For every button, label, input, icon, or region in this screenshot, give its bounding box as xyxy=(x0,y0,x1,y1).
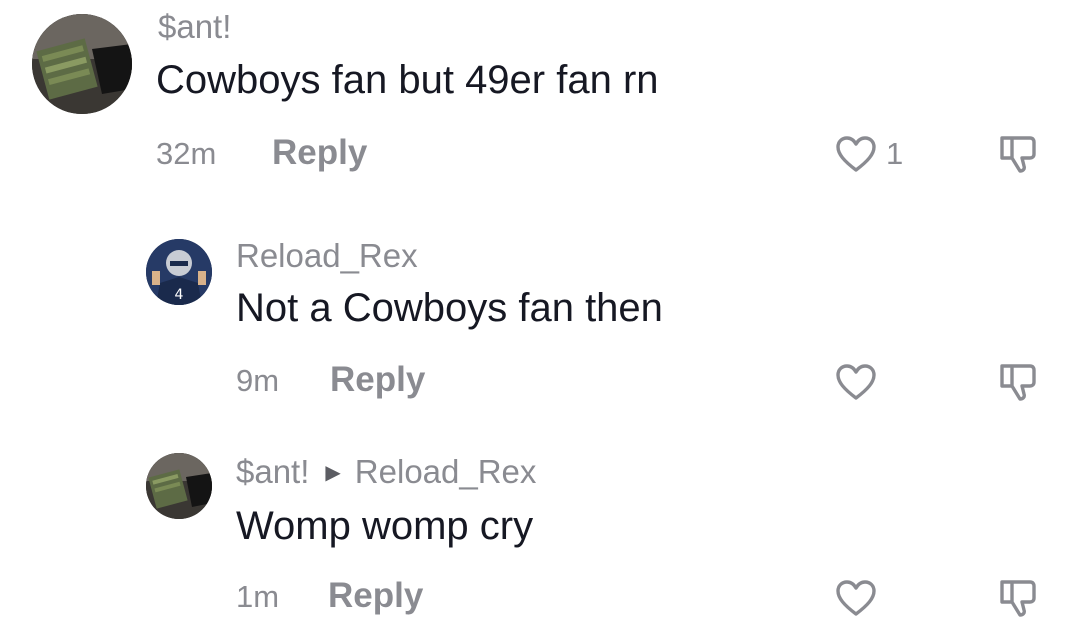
reply-to-username[interactable]: Reload_Rex xyxy=(355,453,537,490)
avatar-image xyxy=(32,14,132,114)
thumbs-down-icon xyxy=(996,132,1040,176)
avatar-image: 4 xyxy=(146,239,212,305)
like-button[interactable] xyxy=(834,578,878,618)
like-button[interactable] xyxy=(834,362,878,402)
like-count: 1 xyxy=(886,136,904,171)
comment-item: 4 Reload_Rex Not a Cowboys fan then 9m R… xyxy=(0,228,1080,428)
comment-username[interactable]: $ant! xyxy=(236,453,309,490)
dislike-button[interactable] xyxy=(996,132,1040,176)
comment-item: $ant! Cowboys fan but 49er fan rn 32m Re… xyxy=(0,0,1080,200)
reply-button[interactable]: Reply xyxy=(328,576,423,616)
comment-time: 32m xyxy=(156,136,217,171)
reply-button[interactable]: Reply xyxy=(272,133,367,173)
comment-text: Womp womp cry xyxy=(236,504,534,548)
thumbs-down-icon xyxy=(996,360,1040,404)
comment-username[interactable]: $ant! xyxy=(158,8,231,46)
avatar[interactable]: 4 xyxy=(146,239,212,305)
avatar[interactable] xyxy=(32,14,132,114)
dislike-button[interactable] xyxy=(996,576,1040,620)
comment-username-row: $ant! ▶ Reload_Rex xyxy=(236,453,536,491)
comment-time: 1m xyxy=(236,579,280,614)
triangle-right-icon: ▶ xyxy=(325,462,341,484)
comment-text: Not a Cowboys fan then xyxy=(236,286,663,330)
heart-icon xyxy=(834,134,878,174)
comment-text: Cowboys fan but 49er fan rn xyxy=(156,58,659,102)
svg-text:4: 4 xyxy=(175,287,184,303)
comment-item: $ant! ▶ Reload_Rex Womp womp cry 1m Reply xyxy=(0,444,1080,640)
heart-icon xyxy=(834,578,878,618)
heart-icon xyxy=(834,362,878,402)
thumbs-down-icon xyxy=(996,576,1040,620)
dislike-button[interactable] xyxy=(996,360,1040,404)
comment-time: 9m xyxy=(236,363,280,398)
avatar-image xyxy=(146,453,212,519)
comment-username[interactable]: Reload_Rex xyxy=(236,237,418,275)
reply-button[interactable]: Reply xyxy=(330,360,425,400)
like-button[interactable]: 1 xyxy=(834,134,903,174)
avatar[interactable] xyxy=(146,453,212,519)
